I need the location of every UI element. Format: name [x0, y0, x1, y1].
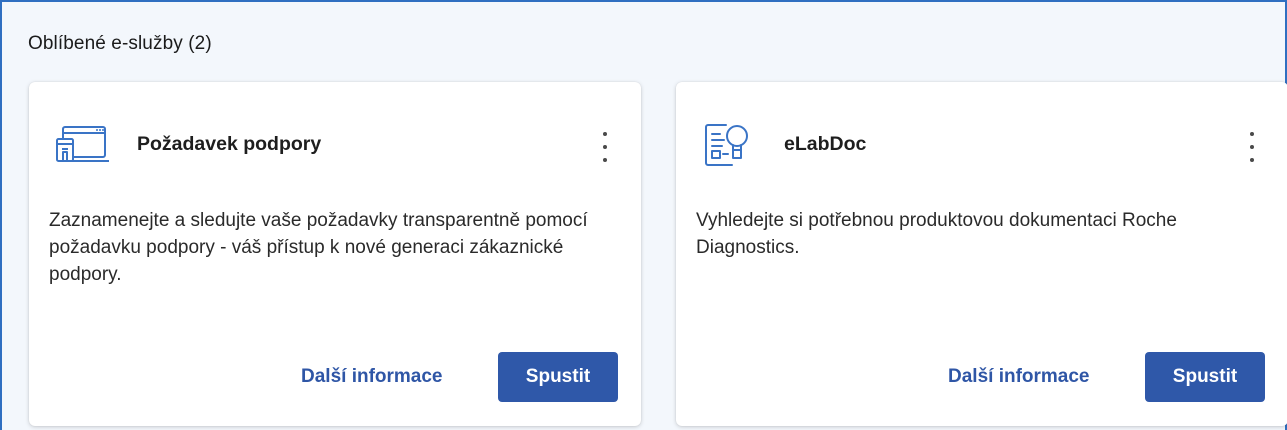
favorite-services-panel: Oblíbené e-služby (2) Požadavek podpory [0, 0, 1287, 430]
more-options-icon[interactable] [595, 132, 615, 162]
launch-button[interactable]: Spustit [498, 352, 618, 402]
service-card-support-request: Požadavek podpory Zaznamenejte a sledujt… [29, 82, 641, 426]
card-description: Zaznamenejte a sledujte vaše požadavky t… [49, 210, 588, 285]
more-info-link[interactable]: Další informace [301, 366, 443, 388]
card-description: Vyhledejte si potřebnou produktovou doku… [696, 210, 1177, 258]
section-title: Oblíbené e-služby (2) [28, 33, 212, 54]
more-options-icon[interactable] [1242, 132, 1262, 162]
document-search-icon [705, 124, 748, 166]
card-title: Požadavek podpory [137, 133, 322, 155]
launch-button[interactable]: Spustit [1145, 352, 1265, 402]
more-info-link[interactable]: Další informace [948, 366, 1090, 388]
card-title: eLabDoc [784, 133, 867, 155]
support-request-icon [56, 126, 109, 162]
service-card-elabdoc: eLabDoc Vyhledejte si potřebnou produkto… [676, 82, 1287, 426]
